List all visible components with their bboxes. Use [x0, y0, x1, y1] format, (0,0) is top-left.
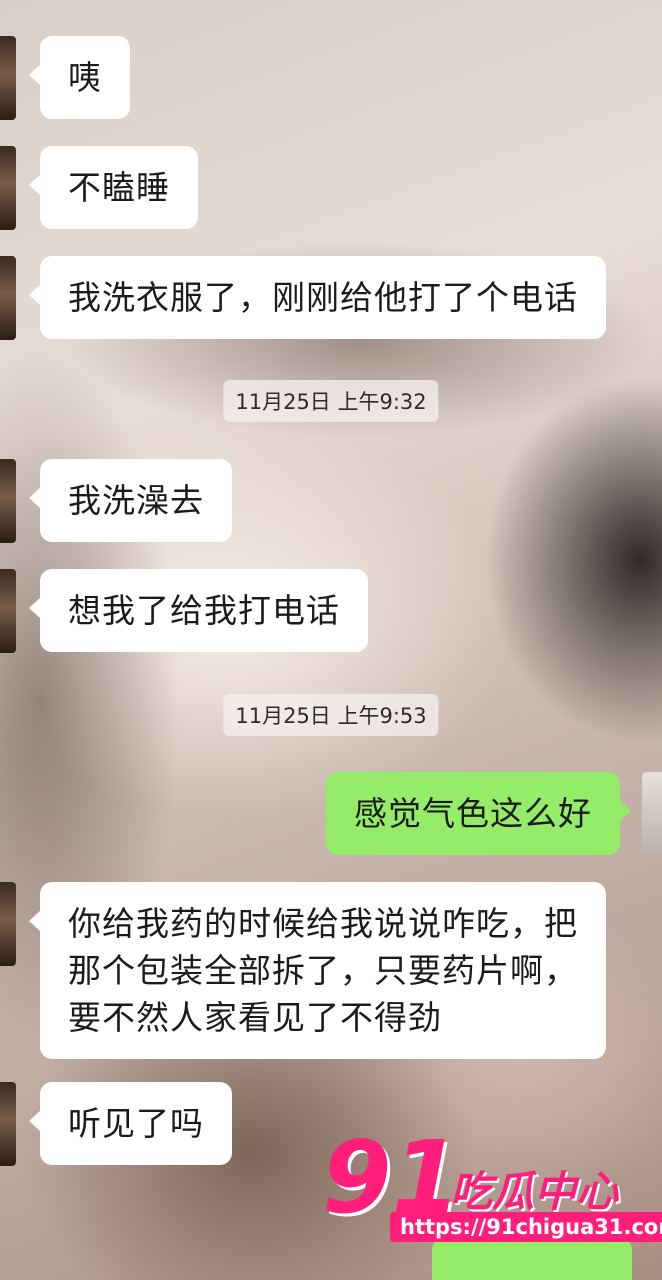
message-bubble-incoming[interactable]: 你给我药的时候给我说说咋吃，把 那个包装全部拆了，只要药片啊， 要不然人家看见了… — [29, 882, 606, 1059]
message-text: 听见了吗 — [68, 1104, 204, 1143]
message-text-line: 你给我药的时候给我说说咋吃，把 — [68, 904, 578, 943]
message-text: 不瞌睡 — [68, 168, 170, 207]
watermark-name: 吃瓜中心 — [450, 1167, 619, 1216]
message-text-line: 要不然人家看见了不得劲 — [68, 998, 442, 1037]
message-bubble-incoming[interactable]: 我洗澡去 — [29, 459, 232, 542]
message-text: 感觉气色这么好 — [354, 794, 592, 833]
message-bubble-incoming[interactable]: 我洗衣服了，刚刚给他打了个电话 — [29, 256, 606, 339]
contact-avatar[interactable] — [0, 256, 16, 340]
message-text: 我洗衣服了，刚刚给他打了个电话 — [68, 278, 578, 317]
contact-avatar[interactable] — [0, 882, 16, 966]
contact-avatar[interactable] — [0, 1082, 16, 1166]
message-text: 咦 — [68, 58, 102, 97]
message-bubble-outgoing[interactable]: 感觉气色这么好 — [326, 772, 631, 855]
message-bubble-incoming[interactable]: 想我了给我打电话 — [29, 569, 368, 652]
site-watermark: 91 吃瓜中心 https://91chigua31.com — [322, 1128, 662, 1258]
contact-avatar[interactable] — [0, 569, 16, 653]
contact-avatar[interactable] — [0, 146, 16, 230]
contact-avatar[interactable] — [0, 459, 16, 543]
message-text-line: 那个包装全部拆了，只要药片啊， — [68, 951, 578, 990]
timestamp: 11月25日 上午9:53 — [223, 694, 439, 736]
my-avatar[interactable] — [642, 772, 662, 856]
message-bubble-incoming[interactable]: 咦 — [29, 36, 130, 119]
timestamp: 11月25日 上午9:32 — [223, 380, 439, 422]
watermark-url: https://91chigua31.com — [390, 1212, 662, 1242]
message-text: 我洗澡去 — [68, 481, 204, 520]
message-bubble-incoming[interactable]: 不瞌睡 — [29, 146, 198, 229]
contact-avatar[interactable] — [0, 36, 16, 120]
message-bubble-incoming[interactable]: 听见了吗 — [29, 1082, 232, 1165]
message-text: 想我了给我打电话 — [68, 591, 340, 630]
